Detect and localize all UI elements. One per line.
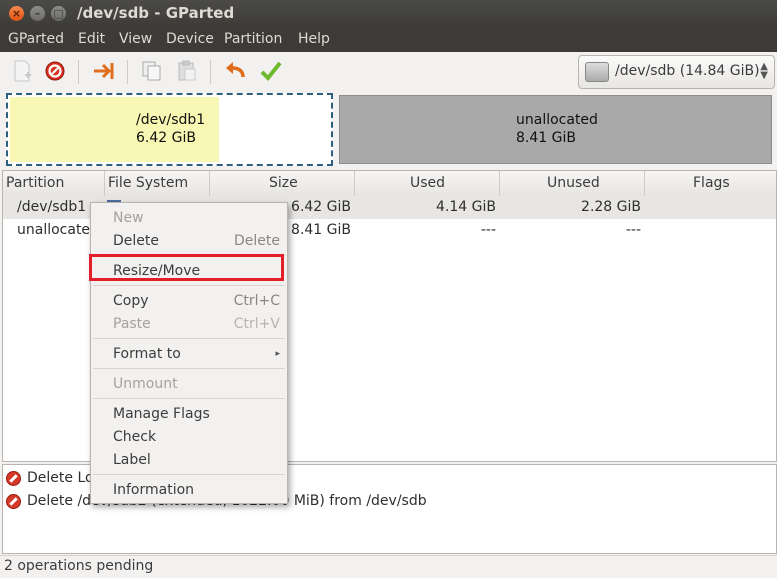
paste-icon[interactable] — [175, 60, 199, 84]
menu-item-label: Information — [113, 482, 195, 498]
cell-partition: unallocated — [17, 222, 99, 238]
column-separator — [499, 171, 500, 196]
column-header-filesystem[interactable]: File System — [108, 175, 188, 191]
menu-item-format-to[interactable]: Format to ▸ — [91, 343, 287, 365]
cell-used: --- — [480, 222, 496, 238]
menu-item-manage-flags[interactable]: Manage Flags — [91, 403, 287, 425]
menu-item-label: Copy — [113, 293, 149, 309]
cell-used: 4.14 GiB — [436, 199, 496, 215]
undo-icon[interactable] — [223, 60, 247, 84]
cell-unused: 2.28 GiB — [581, 199, 641, 215]
menu-item-label: Check — [113, 429, 157, 445]
table-header: Partition File System Size Used Unused F… — [3, 171, 776, 197]
maximize-icon[interactable]: □ — [51, 6, 66, 21]
delete-icon — [6, 494, 21, 509]
menu-item-label: Format to — [113, 346, 181, 362]
delete-icon[interactable] — [43, 60, 67, 84]
menu-gparted[interactable]: GParted — [8, 31, 64, 47]
menu-item-new[interactable]: New — [91, 207, 287, 229]
column-header-size[interactable]: Size — [269, 175, 298, 191]
device-selector-value: /dev/sdb (14.84 GiB) — [615, 63, 760, 79]
new-icon[interactable] — [10, 60, 34, 84]
window-title: /dev/sdb - GParted — [77, 4, 235, 22]
menu-item-copy[interactable]: Copy Ctrl+C — [91, 290, 287, 312]
menu-separator — [93, 338, 285, 339]
delete-icon — [6, 471, 21, 486]
copy-icon[interactable] — [140, 60, 164, 84]
cell-partition: /dev/sdb1 — [17, 199, 87, 215]
toolbar-separator — [210, 60, 211, 84]
menu-item-label: Delete — [113, 233, 159, 249]
column-header-used[interactable]: Used — [410, 175, 445, 191]
column-header-partition[interactable]: Partition — [6, 175, 64, 191]
menu-item-label: Label — [113, 452, 151, 468]
toolbar-separator — [78, 60, 79, 84]
partition-map-sdb1-size: 6.42 GiB — [136, 130, 196, 146]
menu-partition[interactable]: Partition — [224, 31, 282, 47]
menu-separator — [93, 474, 285, 475]
menu-bar: GParted Edit View Device Partition Help — [0, 28, 777, 52]
menu-separator — [93, 368, 285, 369]
context-menu: New Delete Delete Resize/Move Copy Ctrl+… — [89, 202, 288, 504]
partition-map-unallocated[interactable]: unallocated 8.41 GiB — [339, 95, 772, 164]
menu-device[interactable]: Device — [166, 31, 214, 47]
column-separator — [104, 171, 105, 196]
menu-help[interactable]: Help — [298, 31, 330, 47]
toolbar-separator — [127, 60, 128, 84]
menu-item-check[interactable]: Check — [91, 426, 287, 448]
menu-item-label: Paste — [113, 316, 151, 332]
device-selector[interactable]: /dev/sdb (14.84 GiB) ▲ ▼ — [578, 55, 775, 89]
partition-map-unallocated-size: 8.41 GiB — [516, 130, 576, 146]
menu-item-accel: Ctrl+C — [233, 293, 280, 309]
menu-item-information[interactable]: Information — [91, 479, 287, 501]
menu-item-label: Manage Flags — [113, 406, 210, 422]
column-header-unused[interactable]: Unused — [547, 175, 600, 191]
menu-separator — [93, 398, 285, 399]
menu-item-accel: Ctrl+V — [233, 316, 280, 332]
menu-edit[interactable]: Edit — [78, 31, 105, 47]
menu-item-label: Unmount — [113, 376, 178, 392]
menu-view[interactable]: View — [119, 31, 152, 47]
status-text: 2 operations pending — [4, 558, 154, 574]
resize-move-icon[interactable] — [92, 60, 116, 84]
column-separator — [644, 171, 645, 196]
partition-map-sdb1[interactable]: /dev/sdb1 6.42 GiB — [6, 93, 333, 166]
column-separator — [209, 171, 210, 196]
cell-unused: --- — [625, 222, 641, 238]
harddisk-icon — [585, 62, 609, 82]
menu-item-delete[interactable]: Delete Delete — [91, 230, 287, 252]
partition-map-unallocated-name: unallocated — [516, 112, 598, 128]
menu-item-label: New — [113, 210, 144, 226]
partition-map-sdb1-name: /dev/sdb1 — [136, 112, 206, 128]
column-header-flags[interactable]: Flags — [693, 175, 730, 191]
spin-arrows-icon: ▲ ▼ — [760, 61, 768, 81]
menu-item-paste[interactable]: Paste Ctrl+V — [91, 313, 287, 335]
menu-item-accel: Delete — [234, 233, 280, 249]
menu-item-unmount[interactable]: Unmount — [91, 373, 287, 395]
highlight-box — [89, 254, 284, 281]
minimize-icon[interactable]: – — [30, 6, 45, 21]
column-separator — [354, 171, 355, 196]
close-icon[interactable]: × — [9, 6, 24, 21]
menu-item-label-partition[interactable]: Label — [91, 449, 287, 471]
submenu-arrow-icon: ▸ — [275, 349, 280, 359]
status-bar: 2 operations pending — [0, 555, 777, 578]
apply-icon[interactable] — [259, 60, 283, 84]
menu-separator — [93, 285, 285, 286]
